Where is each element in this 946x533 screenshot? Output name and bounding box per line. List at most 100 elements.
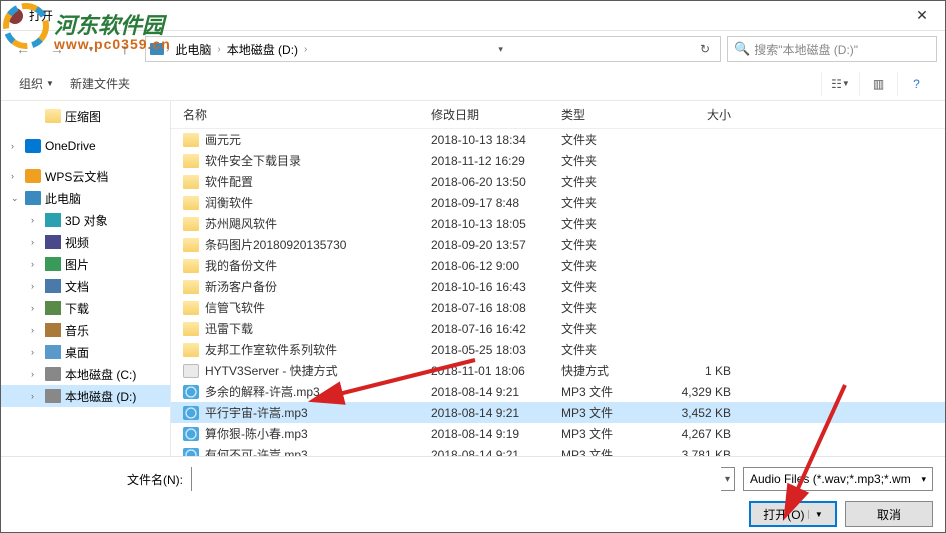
tree-item-icon (45, 109, 61, 123)
tree-item[interactable]: › OneDrive (1, 135, 170, 157)
expand-icon[interactable]: ⌄ (11, 193, 21, 204)
filename-input[interactable] (192, 467, 721, 491)
file-icon (183, 259, 199, 273)
file-icon (183, 280, 199, 294)
nav-tree[interactable]: 压缩图›OneDrive›WPS云文档⌄此电脑›3D 对象›视频›图片›文档›下… (1, 101, 171, 456)
tree-item[interactable]: › 下载 (1, 297, 170, 319)
up-button[interactable]: ↑ (111, 35, 139, 63)
tree-item-icon (45, 345, 61, 359)
file-row[interactable]: 信管飞软件2018-07-16 18:08文件夹 (171, 297, 945, 318)
tree-item[interactable]: › 本地磁盘 (D:) (1, 385, 170, 407)
expand-icon[interactable]: › (31, 325, 41, 335)
tree-item-icon (25, 139, 41, 153)
tree-item[interactable]: ›WPS云文档 (1, 165, 170, 187)
file-row[interactable]: 苏州飓风软件2018-10-13 18:05文件夹 (171, 213, 945, 234)
cancel-button[interactable]: 取消 (845, 501, 933, 527)
file-icon (183, 343, 199, 357)
file-row[interactable]: 新汤客户备份2018-10-16 16:43文件夹 (171, 276, 945, 297)
file-date: 2018-05-25 18:03 (431, 343, 561, 357)
help-button[interactable]: ? (897, 72, 935, 96)
file-row[interactable]: 算你狠-陈小春.mp32018-08-14 9:19MP3 文件4,267 KB (171, 423, 945, 444)
file-name: 平行宇宙-许嵩.mp3 (205, 404, 431, 421)
file-type: 文件夹 (561, 236, 651, 253)
tree-item[interactable]: ›3D 对象 (1, 209, 170, 231)
expand-icon[interactable]: › (31, 259, 41, 269)
file-date: 2018-07-16 18:08 (431, 301, 561, 315)
search-input[interactable]: 🔍 搜索"本地磁盘 (D:)" (727, 36, 937, 62)
file-row[interactable]: 我的备份文件2018-06-12 9:00文件夹 (171, 255, 945, 276)
file-name: HYTV3Server - 快捷方式 (205, 362, 431, 379)
view-options-button[interactable]: ☷ ▼ (821, 72, 859, 96)
file-date: 2018-09-17 8:48 (431, 196, 561, 210)
expand-icon[interactable]: › (11, 141, 21, 151)
file-name: 润衡软件 (205, 194, 431, 211)
file-row[interactable]: 迅雷下载2018-07-16 16:42文件夹 (171, 318, 945, 339)
breadcrumb[interactable]: › 此电脑 › 本地磁盘 (D:) › ▾ ↻ (145, 36, 721, 62)
col-name-header[interactable]: 名称 (171, 106, 431, 123)
tree-item[interactable]: ›本地磁盘 (C:) (1, 363, 170, 385)
file-icon (183, 406, 199, 420)
filename-dropdown-icon[interactable]: ▾ (721, 474, 734, 485)
breadcrumb-item[interactable]: 此电脑 (171, 39, 215, 60)
tree-item-label: OneDrive (45, 139, 96, 153)
navbar: ← → ▾ ↑ › 此电脑 › 本地磁盘 (D:) › ▾ ↻ 🔍 搜索"本地磁… (1, 31, 945, 67)
file-icon (183, 301, 199, 315)
file-name: 新汤客户备份 (205, 278, 431, 295)
tree-item[interactable]: ⌄此电脑 (1, 187, 170, 209)
col-date-header[interactable]: 修改日期 (431, 106, 561, 123)
file-list[interactable]: 画元元2018-10-13 18:34文件夹软件安全下载目录2018-11-12… (171, 129, 945, 456)
col-type-header[interactable]: 类型 (561, 106, 651, 123)
forward-button: → (43, 35, 71, 63)
file-date: 2018-11-01 18:06 (431, 364, 561, 378)
file-name: 迅雷下载 (205, 320, 431, 337)
col-size-header[interactable]: 大小 (651, 106, 751, 123)
close-icon[interactable]: ✕ (899, 1, 945, 31)
file-row[interactable]: 软件安全下载目录2018-11-12 16:29文件夹 (171, 150, 945, 171)
file-row[interactable]: 画元元2018-10-13 18:34文件夹 (171, 129, 945, 150)
tree-item[interactable]: › 桌面 (1, 341, 170, 363)
file-row[interactable]: 润衡软件2018-09-17 8:48文件夹 (171, 192, 945, 213)
tree-item-label: 下载 (65, 300, 89, 317)
organize-button[interactable]: 组织 ▼ (11, 71, 62, 96)
expand-icon[interactable]: › (31, 369, 41, 379)
tree-item[interactable]: ›图片 (1, 253, 170, 275)
file-type: MP3 文件 (561, 425, 651, 442)
recent-dropdown[interactable]: ▾ (77, 35, 105, 63)
file-icon (183, 175, 199, 189)
expand-icon[interactable]: › (31, 281, 41, 291)
file-row[interactable]: 多余的解释-许嵩.mp32018-08-14 9:21MP3 文件4,329 K… (171, 381, 945, 402)
file-row[interactable]: HYTV3Server - 快捷方式2018-11-01 18:06快捷方式1 … (171, 360, 945, 381)
breadcrumb-item[interactable]: 本地磁盘 (D:) (223, 39, 302, 60)
chevron-down-icon[interactable]: ▾ (495, 44, 506, 55)
tree-item[interactable]: ›文档 (1, 275, 170, 297)
expand-icon[interactable]: › (31, 391, 41, 401)
file-name: 多余的解释-许嵩.mp3 (205, 383, 431, 400)
tree-item[interactable]: ›视频 (1, 231, 170, 253)
file-date: 2018-06-20 13:50 (431, 175, 561, 189)
preview-pane-button[interactable]: ▥ (859, 72, 897, 96)
file-row[interactable]: 条码图片201809201357302018-09-20 13:57文件夹 (171, 234, 945, 255)
tree-item-label: 本地磁盘 (D:) (65, 388, 136, 405)
expand-icon[interactable]: › (11, 171, 21, 181)
file-row[interactable]: 平行宇宙-许嵩.mp32018-08-14 9:21MP3 文件3,452 KB (171, 402, 945, 423)
open-button[interactable]: 打开(O) ▼ (749, 501, 837, 527)
expand-icon[interactable]: › (31, 237, 41, 247)
back-button[interactable]: ← (9, 35, 37, 63)
tree-item[interactable]: ›音乐 (1, 319, 170, 341)
refresh-icon[interactable]: ↻ (694, 42, 716, 56)
tree-item-label: 桌面 (65, 344, 89, 361)
file-row[interactable]: 软件配置2018-06-20 13:50文件夹 (171, 171, 945, 192)
filetype-filter[interactable]: Audio Files (*.wav;*.mp3;*.wm ▾ (743, 467, 933, 491)
file-row[interactable]: 有何不可-许嵩.mp32018-08-14 9:21MP3 文件3,781 KB (171, 444, 945, 456)
file-type: 文件夹 (561, 320, 651, 337)
file-type: 文件夹 (561, 341, 651, 358)
file-row[interactable]: 友邦工作室软件系列软件2018-05-25 18:03文件夹 (171, 339, 945, 360)
expand-icon[interactable]: › (31, 215, 41, 225)
expand-icon[interactable]: › (31, 347, 41, 357)
tree-item[interactable]: 压缩图 (1, 105, 170, 127)
new-folder-button[interactable]: 新建文件夹 (62, 71, 138, 96)
column-headers[interactable]: 名称 修改日期 类型 大小 (171, 101, 945, 129)
expand-icon[interactable]: › (31, 303, 41, 313)
file-date: 2018-11-12 16:29 (431, 154, 561, 168)
file-type: 文件夹 (561, 215, 651, 232)
